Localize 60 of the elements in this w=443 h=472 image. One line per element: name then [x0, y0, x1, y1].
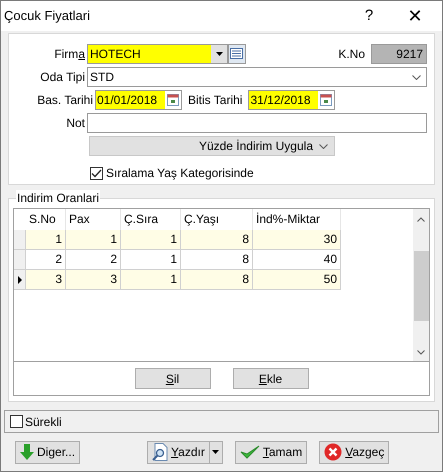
cancel-button[interactable]: Vazgeç: [319, 440, 390, 464]
table-cell: 1: [121, 250, 181, 270]
number-field: 9217: [371, 44, 427, 64]
ok-button[interactable]: Tamam: [234, 440, 308, 464]
table-cell: 3: [66, 270, 121, 290]
checkbox-label: Sürekli: [25, 414, 62, 430]
field-label: K.No: [338, 46, 366, 63]
grid-action-button[interactable]: Ekle: [232, 368, 308, 389]
document-magnifier-icon: [152, 443, 168, 461]
scroll-down-icon: [417, 350, 425, 355]
print-menu-button[interactable]: [210, 440, 223, 464]
table-cell: 50: [253, 270, 341, 290]
scroll-thumb[interactable]: [414, 251, 428, 321]
table-cell: 8: [181, 270, 253, 290]
scroll-up-icon: [417, 217, 425, 222]
row-selector[interactable]: [14, 270, 26, 290]
close-button[interactable]: ✕: [392, 1, 438, 31]
grid-action-button[interactable]: Sil: [134, 368, 210, 389]
table-cell: 1: [26, 230, 66, 250]
field-label: Not: [65, 115, 86, 132]
calendar-icon: [320, 94, 332, 106]
list-window-icon: [230, 48, 244, 60]
chevron-icon: [412, 74, 421, 80]
table-cell: 8: [181, 230, 253, 250]
table-cell: 30: [253, 230, 341, 250]
list-lookup-button[interactable]: [228, 44, 246, 64]
note-field[interactable]: [87, 113, 427, 133]
help-button[interactable]: ?: [346, 1, 392, 31]
table-cell: 1: [121, 270, 181, 290]
print-button[interactable]: Yazdır: [147, 440, 210, 464]
checkmark-icon: [240, 445, 260, 459]
room-type-dropdown[interactable]: STD: [87, 67, 427, 87]
field-label: Oda Tipi: [39, 69, 86, 86]
chevron-icon: [319, 144, 328, 148]
cancel-icon: [324, 443, 342, 461]
table-cell: 1: [66, 230, 121, 250]
table-cell: 2: [66, 250, 121, 270]
mode-dropdown[interactable]: Yüzde İndirim Uygula: [89, 136, 335, 156]
caret-icon: [216, 52, 222, 56]
checkbox[interactable]: [10, 415, 23, 428]
date-field[interactable]: 01/01/2018: [95, 90, 182, 110]
table-cell: 1: [121, 230, 181, 250]
date-field[interactable]: 31/12/2018: [248, 90, 336, 110]
scrollbar[interactable]: [413, 209, 429, 361]
company-dropdown[interactable]: HOTECH: [87, 44, 228, 64]
current-row-icon: [18, 276, 22, 284]
caret-icon: [212, 450, 220, 454]
checkbox-label: Sıralama Yaş Kategorisinde: [106, 165, 254, 182]
field-label: Firma: [53, 46, 86, 63]
table-cell: 40: [253, 250, 341, 270]
checkbox[interactable]: [90, 166, 103, 180]
table-cell: 2: [26, 250, 66, 270]
other-button[interactable]: Diger...: [15, 440, 80, 464]
field-label: Bitis Tarihi: [187, 92, 244, 109]
arrow-down-icon: [20, 444, 34, 460]
calendar-icon: [167, 94, 179, 106]
window-title: Çocuk Fiyatlari: [4, 7, 90, 26]
field-label: Bas. Tarihi: [36, 92, 94, 109]
table-cell: 8: [181, 250, 253, 270]
table-cell: 3: [26, 270, 66, 290]
